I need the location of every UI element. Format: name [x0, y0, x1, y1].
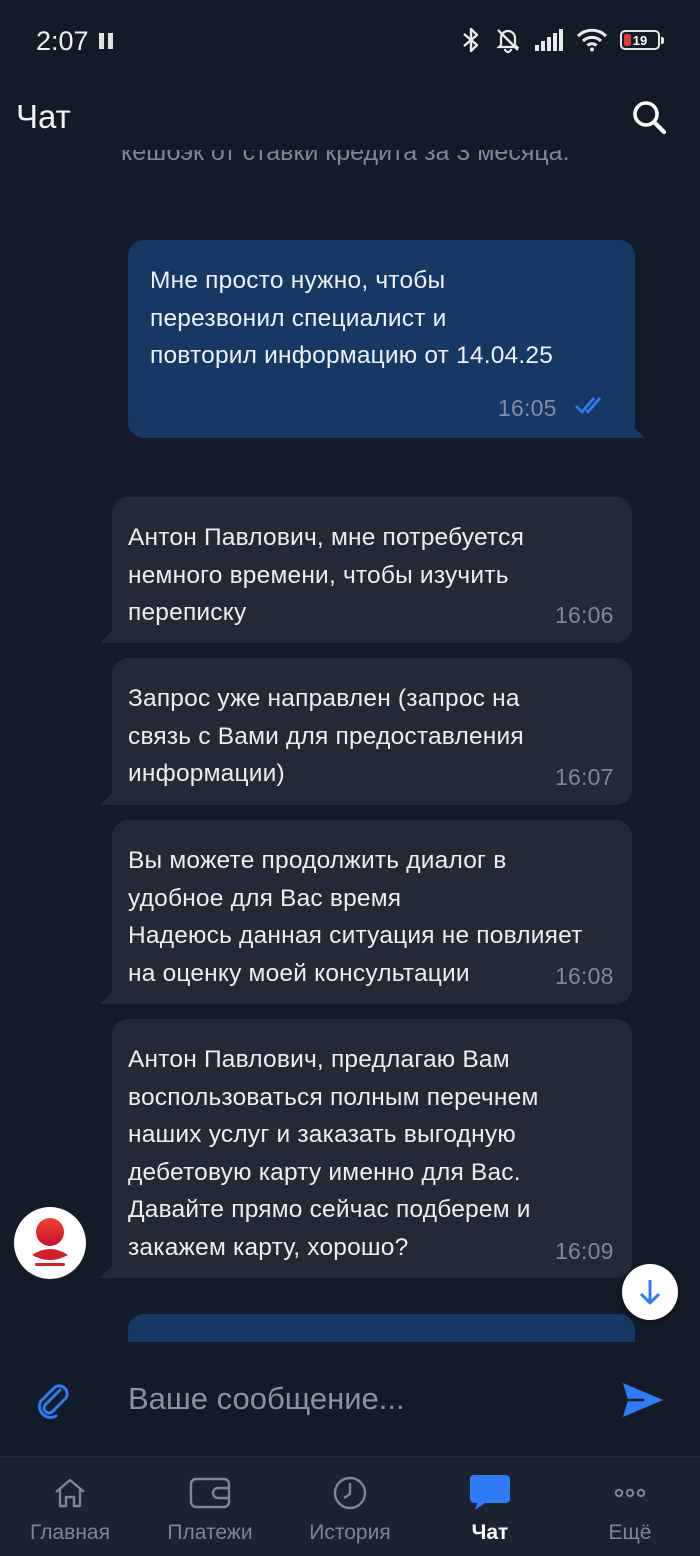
message-input[interactable] [128, 1372, 598, 1426]
nav-item-chat[interactable]: Чат [420, 1457, 560, 1556]
outgoing-message[interactable]: Мне просто нужно, чтобы перезвонил специ… [128, 240, 645, 438]
message-time: 16:06 [555, 602, 614, 628]
bank-logo-icon [32, 1218, 68, 1266]
send-button[interactable] [620, 1380, 666, 1420]
chat-history[interactable]: кешбэк от ставки кредита за 3 месяца. Мн… [0, 150, 700, 1342]
more-icon [614, 1488, 646, 1498]
bell-muted-icon [496, 29, 520, 54]
message-text: Антон Павлович, предлагаю Вам воспользов… [128, 1046, 539, 1261]
message-composer [0, 1342, 700, 1456]
double-check-icon [575, 397, 601, 414]
wallet-icon [189, 1477, 231, 1509]
message-text: Запрос уже направлен (запрос на связь с … [128, 685, 524, 787]
home-icon [55, 1478, 85, 1508]
paperclip-icon [38, 1384, 69, 1419]
chat-icon [470, 1475, 510, 1510]
chat-screen: 2:07 19 Чат кешбэк от ставки кредита за … [0, 0, 700, 1556]
nav-label: Ещё [608, 1521, 652, 1544]
incoming-message[interactable]: Антон Павлович, предлагаю Вам воспользов… [100, 1019, 632, 1278]
incoming-message[interactable]: Антон Павлович, мне потребуется немного … [100, 497, 632, 643]
nav-item-more[interactable]: Ещё [560, 1457, 700, 1556]
arrow-down-icon [639, 1280, 661, 1305]
message-text: Мне просто нужно, чтобы перезвонил специ… [150, 267, 554, 369]
attach-button[interactable] [32, 1378, 74, 1420]
message-time: 16:08 [555, 963, 614, 989]
outgoing-message-partial[interactable] [128, 1314, 635, 1342]
clock-icon [333, 1476, 367, 1510]
search-icon [633, 101, 667, 135]
incoming-message[interactable]: Вы можете продолжить диалог в удобное дл… [100, 820, 632, 1004]
signal-icon [535, 29, 563, 51]
nav-item-payments[interactable]: Платежи [140, 1457, 280, 1556]
incoming-message[interactable]: Запрос уже направлен (запрос на связь с … [100, 658, 632, 805]
nav-item-home[interactable]: Главная [0, 1457, 140, 1556]
bluetooth-icon [463, 27, 479, 53]
battery-level: 19 [632, 32, 648, 48]
partial-message-text: кешбэк от ставки кредита за 3 месяца. [121, 150, 570, 166]
message-time: 16:09 [555, 1238, 614, 1264]
bottom-navigation: Главная Платежи История Чат Ещё [0, 1456, 700, 1556]
scroll-to-bottom-button[interactable] [622, 1264, 678, 1320]
pause-icon [99, 33, 113, 49]
bank-avatar [14, 1207, 86, 1279]
nav-item-history[interactable]: История [280, 1457, 420, 1556]
nav-label: Платежи [167, 1521, 253, 1544]
nav-label: Чат [471, 1521, 509, 1544]
message-text: Вы можете продолжить диалог в удобное дл… [128, 847, 583, 987]
message-time: 16:07 [555, 764, 614, 790]
message-time: 16:05 [498, 395, 557, 421]
message-text: Антон Павлович, мне потребуется немного … [128, 524, 525, 626]
send-icon [623, 1383, 663, 1417]
status-icons: 19 [460, 26, 664, 54]
battery-icon: 19 [620, 30, 664, 50]
status-bar: 2:07 19 [0, 0, 700, 84]
nav-label: История [309, 1521, 391, 1544]
nav-label: Главная [30, 1521, 110, 1544]
page-title: Чат [16, 98, 71, 135]
search-button[interactable] [628, 96, 672, 140]
wifi-icon [576, 28, 608, 52]
header: Чат [0, 84, 700, 156]
status-time: 2:07 [36, 26, 89, 56]
